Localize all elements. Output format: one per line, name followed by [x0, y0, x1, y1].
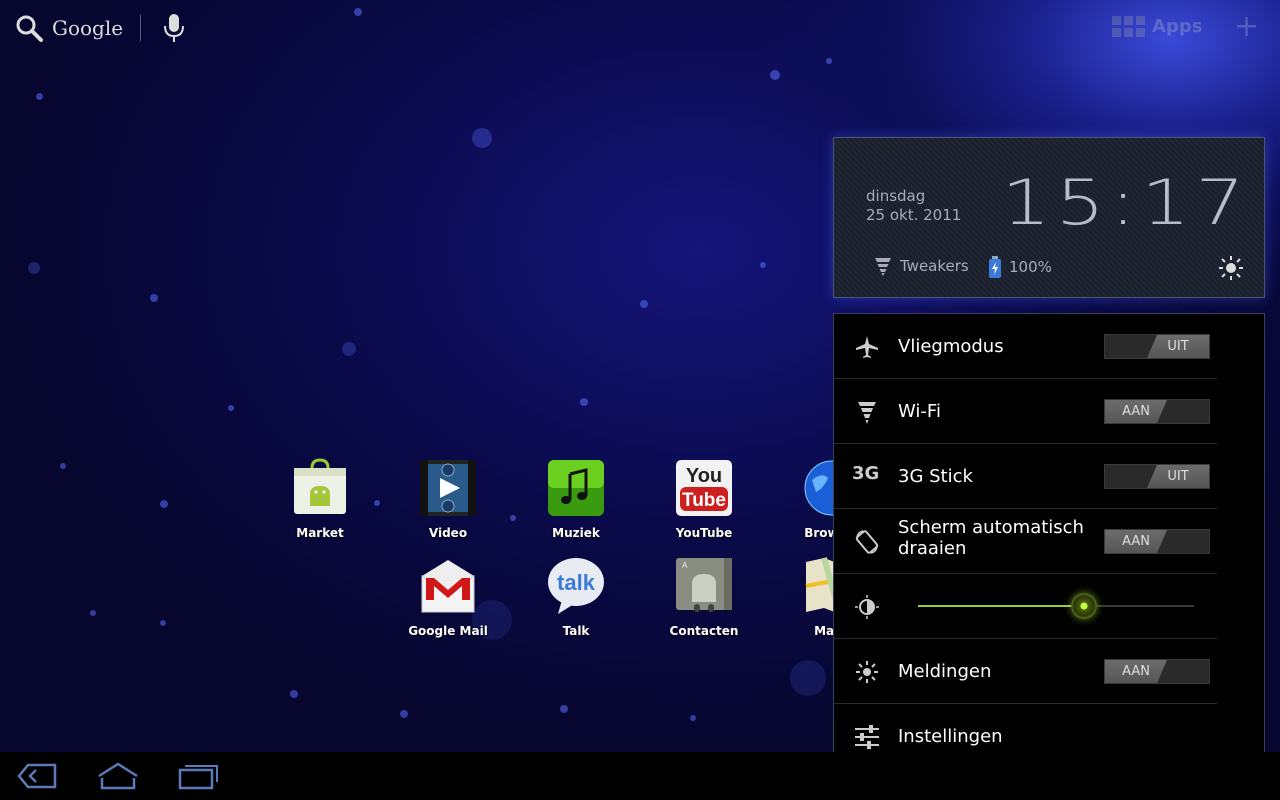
sliders-icon	[854, 724, 880, 750]
brightness-slider[interactable]	[918, 593, 1194, 619]
app-label: Contacten	[669, 624, 739, 638]
wifi-icon	[854, 399, 880, 425]
app-contacts[interactable]: A Contacten	[654, 556, 754, 638]
contacts-icon: A	[674, 556, 734, 616]
airplane-icon	[854, 334, 880, 360]
app-label: Market	[296, 526, 344, 540]
app-youtube[interactable]: You Tube YouTube	[654, 458, 754, 540]
music-icon	[546, 458, 606, 518]
divider	[140, 15, 141, 41]
network-name: Tweakers	[900, 257, 969, 275]
3g-icon: 3G	[852, 463, 880, 484]
search-icon	[16, 15, 43, 42]
brightness-icon[interactable]	[1218, 255, 1244, 285]
home-button[interactable]	[96, 762, 140, 794]
setting-wifi[interactable]: Wi-Fi AAN	[834, 379, 1217, 444]
talk-icon: talk	[546, 556, 606, 616]
app-talk[interactable]: talk Talk	[526, 556, 626, 638]
app-label: Google Mail	[408, 624, 488, 638]
app-video[interactable]: Video	[398, 458, 498, 540]
navigation-bar	[0, 752, 1280, 800]
auto-rotate-toggle[interactable]: AAN	[1104, 529, 1210, 554]
notifications-toggle[interactable]: AAN	[1104, 659, 1210, 684]
recent-apps-icon	[178, 765, 218, 790]
notification-icon	[854, 659, 880, 685]
grid-icon	[1112, 16, 1145, 37]
apps-button[interactable]: Apps	[1112, 14, 1202, 38]
back-icon	[17, 763, 57, 789]
add-icon[interactable]: +	[1234, 12, 1259, 42]
microphone-icon	[164, 14, 184, 42]
app-market[interactable]: Market	[270, 458, 370, 540]
app-label: Muziek	[552, 526, 600, 540]
recent-apps-button[interactable]	[176, 762, 220, 794]
svg-text:You: You	[686, 465, 722, 487]
setting-airplane-mode[interactable]: Vliegmodus UIT	[834, 314, 1217, 379]
back-button[interactable]	[16, 762, 58, 794]
rotate-icon	[854, 529, 880, 555]
setting-label: 3G Stick	[898, 466, 973, 487]
gmail-icon	[418, 556, 478, 616]
google-search-button[interactable]: Google	[14, 10, 123, 46]
app-gmail[interactable]: Google Mail	[398, 556, 498, 638]
toggle-state: UIT	[1147, 465, 1209, 488]
search-label: Google	[52, 16, 124, 40]
toggle-state: AAN	[1105, 530, 1167, 553]
setting-label: Instellingen	[898, 726, 1003, 747]
youtube-icon: You Tube	[674, 458, 734, 518]
3g-toggle[interactable]: UIT	[1104, 464, 1210, 489]
quick-settings-panel: Vliegmodus UIT Wi-Fi AAN 3G 3G Stick UIT	[833, 313, 1265, 769]
toggle-state: UIT	[1147, 335, 1209, 358]
battery-percent: 100%	[1009, 258, 1052, 276]
brightness-slider-thumb[interactable]	[1070, 593, 1097, 619]
toggle-state: AAN	[1105, 660, 1167, 683]
clock-widget[interactable]: dinsdag 25 okt. 2011 15:17 Tweakers 100%	[833, 137, 1265, 298]
svg-text:Tube: Tube	[682, 490, 726, 511]
setting-label: Vliegmodus	[898, 336, 1004, 357]
battery-icon	[989, 256, 1001, 278]
setting-label: Wi-Fi	[898, 401, 941, 422]
voice-search-button[interactable]	[162, 12, 186, 48]
clock-time: 15:17	[1001, 166, 1250, 239]
home-icon	[98, 762, 138, 790]
brightness-icon	[854, 594, 880, 620]
setting-label: Meldingen	[898, 661, 992, 682]
battery-status: 100%	[989, 256, 1052, 278]
wifi-icon	[875, 258, 891, 276]
top-bar: Google Apps +	[0, 0, 1280, 56]
wifi-toggle[interactable]: AAN	[1104, 399, 1210, 424]
network-status: Tweakers	[874, 256, 969, 276]
svg-text:A: A	[682, 561, 688, 570]
apps-label: Apps	[1152, 15, 1203, 37]
setting-auto-rotate[interactable]: Scherm automatisch draaien AAN	[834, 509, 1217, 574]
toggle-state: AAN	[1105, 400, 1167, 423]
clock-day: dinsdag	[866, 187, 926, 205]
market-icon	[290, 458, 350, 518]
clock-date: 25 okt. 2011	[866, 206, 962, 224]
setting-3g-stick[interactable]: 3G 3G Stick UIT	[834, 444, 1217, 509]
setting-label: Scherm automatisch draaien	[898, 517, 1084, 559]
svg-text:talk: talk	[557, 570, 596, 595]
app-label: Video	[428, 526, 468, 540]
video-icon	[418, 458, 478, 518]
airplane-toggle[interactable]: UIT	[1104, 334, 1210, 359]
setting-notifications[interactable]: Meldingen AAN	[834, 639, 1217, 704]
app-label: YouTube	[675, 526, 733, 540]
app-label: Talk	[562, 624, 590, 638]
brightness-slider-fill	[918, 605, 1084, 607]
setting-brightness	[834, 574, 1217, 639]
app-music[interactable]: Muziek	[526, 458, 626, 540]
